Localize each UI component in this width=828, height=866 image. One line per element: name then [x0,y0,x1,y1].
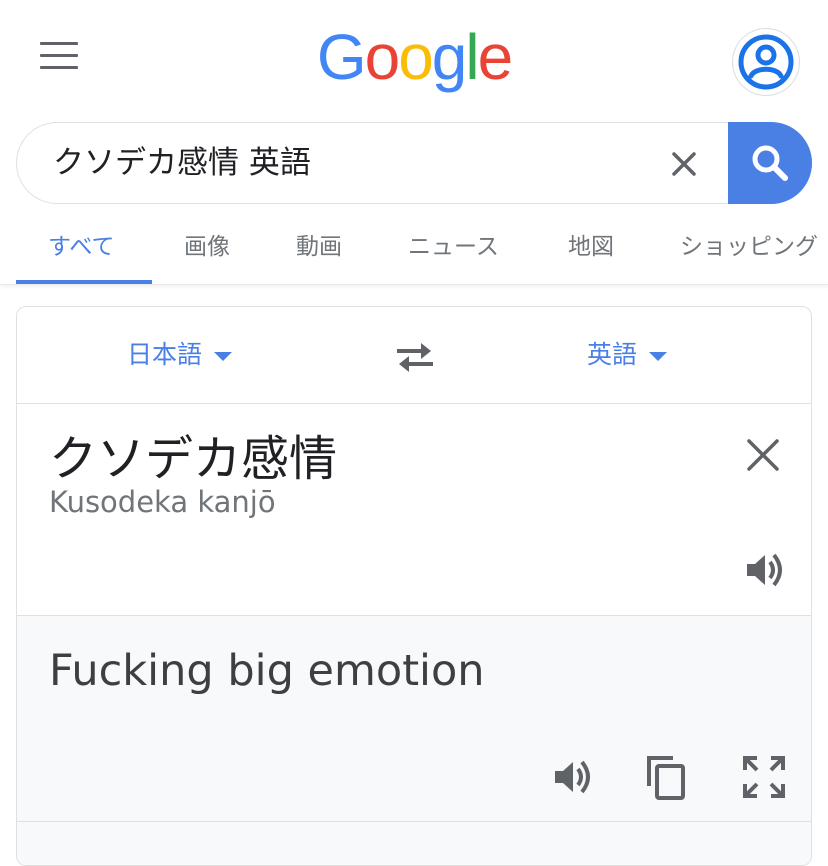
copy-icon [647,756,685,800]
tab-shopping[interactable]: ショッピング [680,220,818,284]
target-language-select[interactable]: 英語 [587,335,668,371]
close-icon [672,152,696,176]
swap-arrows-icon [397,343,433,372]
fullscreen-button[interactable] [741,754,787,800]
translation-text[interactable]: Fucking big emotion [49,646,485,696]
active-tab-indicator [16,280,152,284]
tab-images[interactable]: 画像 [184,220,230,284]
tab-videos[interactable]: 動画 [296,220,342,284]
romanization-text: Kusodeka kanjō [49,485,276,519]
source-text[interactable]: クソデカ感情 [49,419,337,489]
search-tabs: すべて 画像 動画 ニュース 地図 ショッピング [0,220,828,285]
account-button[interactable] [733,29,799,95]
target-language-label: 英語 [587,340,638,369]
dropdown-caret-icon [214,351,233,361]
listen-source-button[interactable] [741,547,787,593]
translate-card: 日本語 英語 クソデカ感情 Kusodeka kanjō Fucking big… [16,306,812,866]
tab-all[interactable]: すべて [48,220,114,284]
account-circle-icon [738,34,794,90]
listen-translation-button[interactable] [549,754,595,800]
fullscreen-icon [743,756,785,798]
tab-news[interactable]: ニュース [408,220,499,284]
clear-search-button[interactable] [668,148,700,180]
search-button[interactable] [728,122,812,204]
speaker-icon [555,760,590,794]
divider [17,403,811,404]
search-icon [752,145,788,181]
speaker-icon [747,553,782,587]
dropdown-caret-icon [649,351,668,361]
close-icon [747,439,779,471]
swap-languages-button[interactable] [393,337,437,377]
divider [17,821,811,822]
search-input[interactable]: クソデカ感情 英語 [53,123,311,203]
copy-translation-button[interactable] [643,752,689,802]
tab-maps[interactable]: 地図 [568,220,614,284]
clear-source-button[interactable] [745,437,781,473]
google-logo[interactable]: Google [0,20,828,94]
source-language-label: 日本語 [127,340,203,369]
source-language-select[interactable]: 日本語 [127,335,233,371]
translation-result: Fucking big emotion [17,615,811,865]
